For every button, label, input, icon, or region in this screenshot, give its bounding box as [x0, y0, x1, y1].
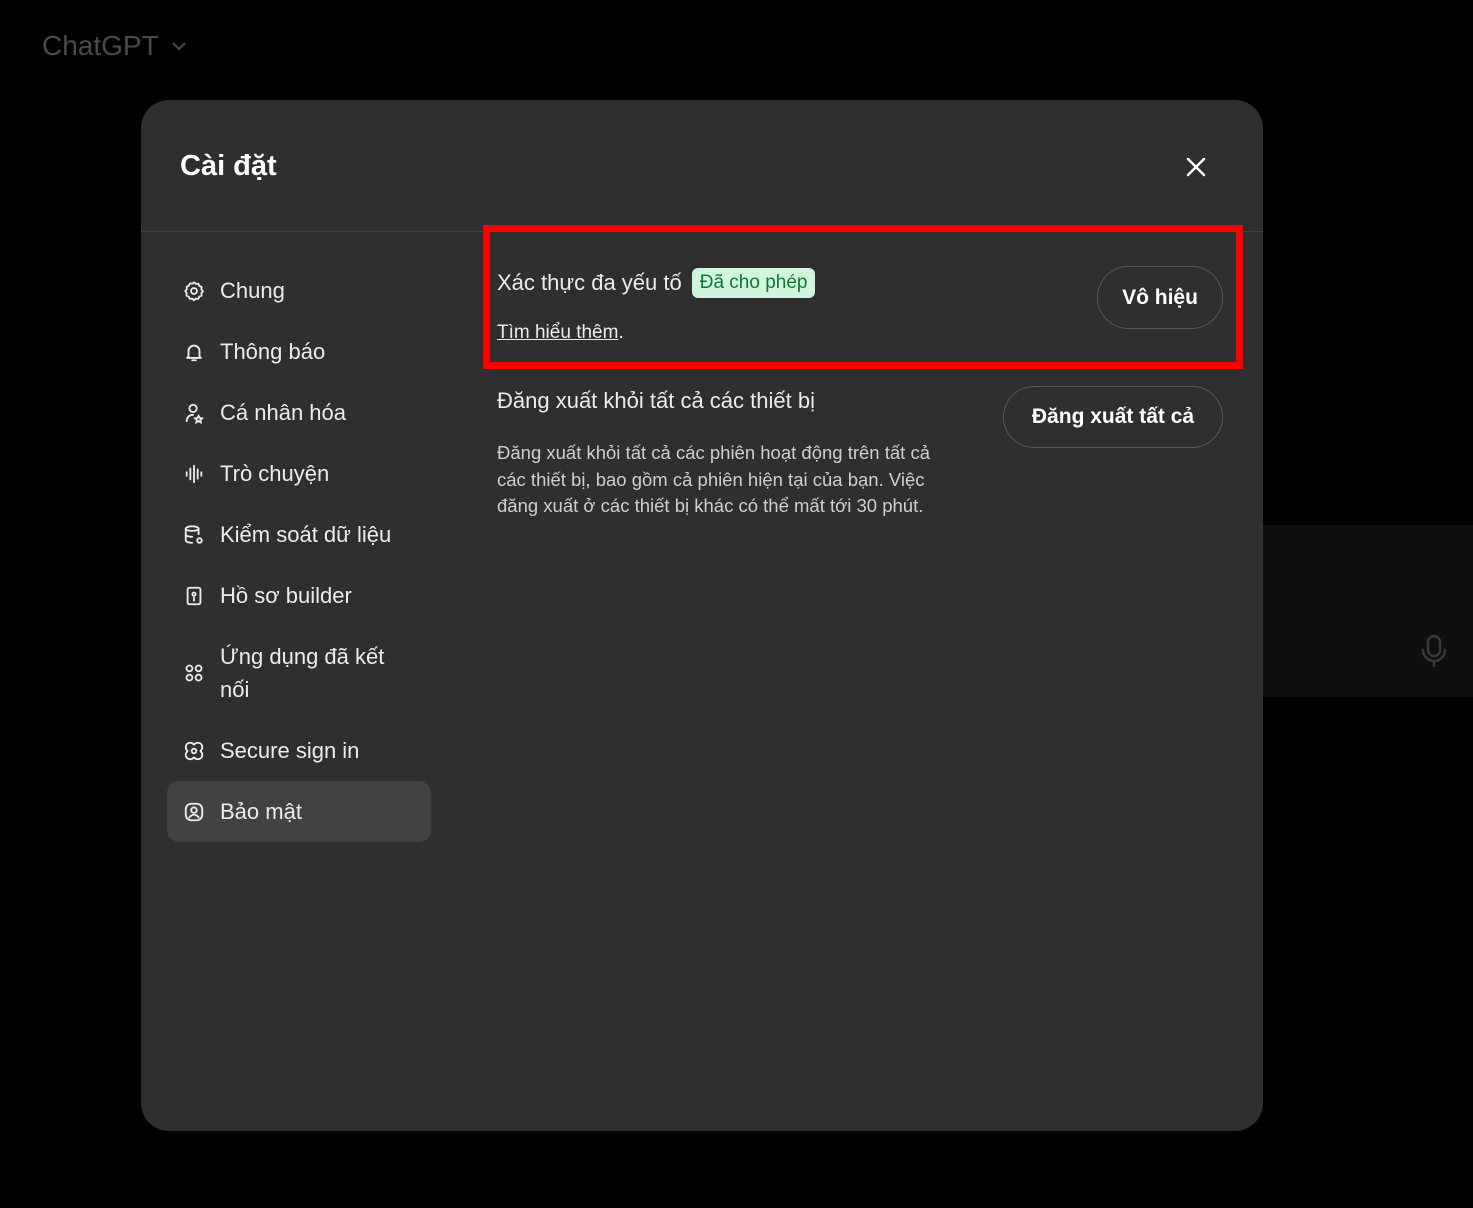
sidebar-item-label: Trò chuyện [220, 461, 330, 486]
database-gear-icon [181, 518, 207, 551]
sidebar-item-secure-sign-in[interactable]: Secure sign in [167, 720, 431, 781]
modal-title: Cài đặt [180, 150, 277, 182]
close-button[interactable] [1177, 148, 1215, 186]
settings-sidebar: Chung Thông báo Cá nhân hóa Trò chuyện K… [167, 260, 431, 842]
settings-modal: Cài đặt Chung Thông báo Cá nhân hóa Trò … [141, 100, 1263, 1131]
apps-icon [181, 640, 207, 706]
sidebar-item-label: Thông báo [220, 339, 326, 364]
sidebar-item-label: Cá nhân hóa [220, 400, 346, 425]
disable-mfa-button[interactable]: Vô hiệu [1097, 266, 1223, 329]
sidebar-item-data-controls[interactable]: Kiểm soát dữ liệu [167, 504, 431, 565]
learn-more-suffix: . [618, 322, 624, 343]
close-icon [1186, 157, 1206, 177]
sidebar-item-label: Kiểm soát dữ liệu [220, 522, 392, 547]
gear-icon [181, 274, 207, 307]
learn-more-link[interactable]: Tìm hiểu thêm [497, 322, 618, 343]
logout-all-button[interactable]: Đăng xuất tất cả [1003, 386, 1223, 448]
secure-signin-icon [181, 734, 207, 767]
logout-all-title: Đăng xuất khỏi tất cả các thiết bị [497, 388, 815, 413]
status-badge: Đã cho phép [691, 268, 816, 298]
sidebar-item-notifications[interactable]: Thông báo [167, 321, 431, 382]
mfa-title: Xác thực đa yếu tố [497, 270, 682, 295]
sidebar-item-chat[interactable]: Trò chuyện [167, 443, 431, 504]
sidebar-item-label: Secure sign in [220, 738, 360, 763]
waveform-icon [181, 457, 207, 490]
sidebar-item-security[interactable]: Bảo mật [167, 781, 431, 842]
sidebar-item-connected-apps[interactable]: Ứng dụng đã kết nối [167, 626, 431, 720]
sidebar-item-label: Chung [220, 278, 285, 303]
mfa-title-row: Xác thực đa yếu tố Đã cho phép [497, 268, 816, 298]
person-icon [181, 396, 207, 429]
sidebar-item-builder-profile[interactable]: Hồ sơ builder [167, 565, 431, 626]
sidebar-item-personalization[interactable]: Cá nhân hóa [167, 382, 431, 443]
modal-header: Cài đặt [141, 100, 1263, 232]
sidebar-item-general[interactable]: Chung [167, 260, 431, 321]
id-card-icon [181, 579, 207, 612]
sidebar-item-label: Bảo mật [220, 799, 302, 824]
bell-icon [181, 335, 207, 368]
logout-all-description: Đăng xuất khỏi tất cả các phiên hoạt độn… [497, 442, 930, 516]
shield-user-icon [181, 795, 207, 828]
sidebar-item-label: Hồ sơ builder [220, 583, 352, 608]
learn-more-line: Tìm hiểu thêm. [497, 322, 624, 344]
sidebar-item-label: Ứng dụng đã kết nối [220, 644, 385, 702]
